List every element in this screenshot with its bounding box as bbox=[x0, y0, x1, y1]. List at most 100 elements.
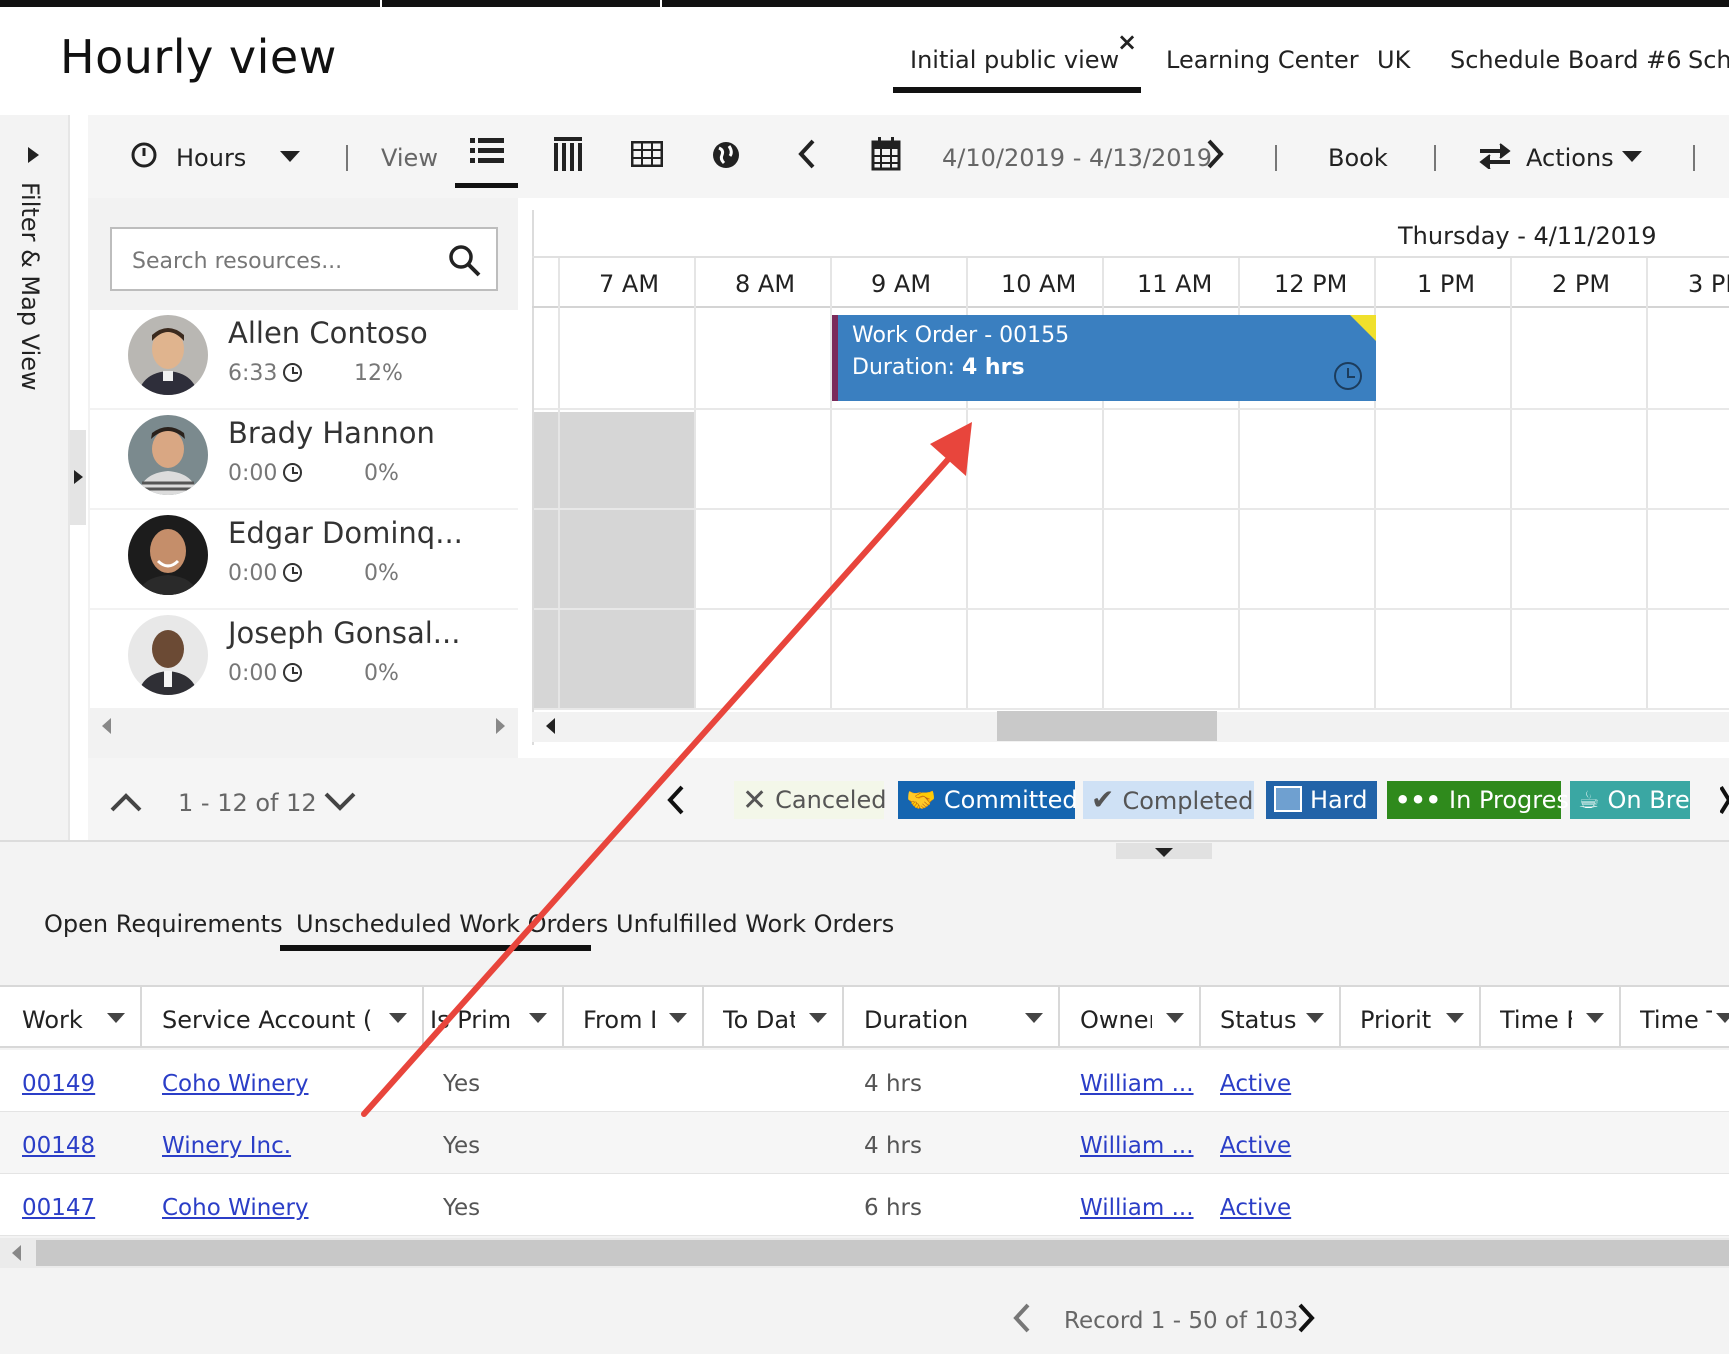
calendar-icon[interactable] bbox=[871, 137, 901, 171]
expand-filter-icon[interactable] bbox=[28, 147, 39, 163]
column-separator[interactable] bbox=[140, 985, 142, 1048]
column-header-is-primary[interactable]: Is Prim bbox=[430, 1006, 514, 1034]
column-menu-icon[interactable] bbox=[1306, 1013, 1324, 1023]
resource-name[interactable]: Edgar Dominq... bbox=[228, 516, 463, 550]
close-tab-icon[interactable]: × bbox=[1117, 28, 1137, 56]
service-account-link[interactable]: Winery Inc. bbox=[162, 1133, 291, 1159]
column-separator[interactable] bbox=[1199, 985, 1201, 1048]
page-down-icon[interactable] bbox=[324, 792, 356, 812]
service-account-link[interactable]: Coho Winery bbox=[162, 1195, 309, 1221]
top-strip bbox=[0, 0, 1729, 7]
scroll-left-icon[interactable] bbox=[102, 718, 111, 734]
booking-duration: Duration: 4 hrs bbox=[852, 355, 1025, 380]
resource-name[interactable]: Allen Contoso bbox=[228, 316, 428, 350]
column-header-work[interactable]: Work . bbox=[22, 1006, 90, 1034]
column-separator[interactable] bbox=[1479, 985, 1481, 1048]
column-menu-icon[interactable] bbox=[1586, 1013, 1604, 1023]
owner-link[interactable]: William ... bbox=[1080, 1071, 1194, 1097]
panel-splitter[interactable] bbox=[0, 840, 1729, 860]
next-range-icon[interactable] bbox=[1205, 139, 1225, 169]
column-header-owner[interactable]: Owner bbox=[1080, 1006, 1152, 1034]
previous-range-icon[interactable] bbox=[797, 139, 817, 169]
column-header-status[interactable]: Status bbox=[1220, 1006, 1300, 1034]
collapse-handle-icon[interactable] bbox=[74, 470, 83, 484]
tab-uk[interactable]: UK bbox=[1377, 46, 1410, 74]
column-menu-icon[interactable] bbox=[1166, 1013, 1184, 1023]
column-separator[interactable] bbox=[1339, 985, 1341, 1048]
grid-line bbox=[694, 258, 696, 708]
next-page-icon[interactable] bbox=[1296, 1303, 1316, 1333]
column-header-time-from[interactable]: Time F bbox=[1500, 1006, 1572, 1034]
grid-line bbox=[532, 256, 1729, 258]
schedule-grid[interactable] bbox=[532, 210, 1729, 755]
column-menu-icon[interactable] bbox=[529, 1013, 547, 1023]
work-order-link[interactable]: 00147 bbox=[22, 1195, 95, 1221]
column-header-to-date[interactable]: To Dat bbox=[723, 1006, 795, 1034]
swap-icon[interactable] bbox=[1478, 143, 1512, 169]
globe-icon[interactable] bbox=[711, 140, 741, 170]
tab-learning-center[interactable]: Learning Center bbox=[1166, 46, 1359, 74]
column-separator[interactable] bbox=[562, 985, 564, 1048]
owner-link[interactable]: William ... bbox=[1080, 1133, 1194, 1159]
actions-dropdown-icon[interactable] bbox=[1622, 151, 1642, 162]
resource-name[interactable]: Joseph Gonsal... bbox=[228, 616, 460, 650]
tab-overflow[interactable]: Sche bbox=[1688, 46, 1729, 74]
legend-prev-icon[interactable] bbox=[666, 785, 686, 815]
tab-unscheduled-work-orders[interactable]: Unscheduled Work Orders bbox=[296, 910, 608, 938]
status-link[interactable]: Active bbox=[1220, 1133, 1291, 1159]
actions-button[interactable]: Actions bbox=[1526, 144, 1614, 172]
column-header-service-account[interactable]: Service Account (Wo bbox=[162, 1006, 372, 1034]
column-separator[interactable] bbox=[842, 985, 844, 1048]
grid-scroll-thumb[interactable] bbox=[997, 711, 1217, 741]
column-separator[interactable] bbox=[1619, 985, 1621, 1048]
table-scroll-thumb[interactable] bbox=[36, 1240, 1729, 1266]
search-icon[interactable] bbox=[448, 244, 482, 278]
resource-name[interactable]: Brady Hannon bbox=[228, 416, 435, 450]
tab-initial-public-view[interactable]: Initial public view bbox=[910, 46, 1119, 74]
clock-icon bbox=[1334, 362, 1362, 390]
hours-label[interactable]: Hours bbox=[176, 144, 246, 172]
grid-view-icon[interactable] bbox=[631, 141, 663, 167]
vertical-view-icon[interactable] bbox=[554, 137, 582, 171]
duration-cell: 4 hrs bbox=[864, 1133, 922, 1159]
column-header-time-to[interactable]: Time T bbox=[1640, 1006, 1712, 1034]
scroll-left-icon[interactable] bbox=[546, 718, 555, 734]
tab-open-requirements[interactable]: Open Requirements bbox=[44, 910, 283, 938]
status-link[interactable]: Active bbox=[1220, 1195, 1291, 1221]
column-menu-icon[interactable] bbox=[809, 1013, 827, 1023]
column-menu-icon[interactable] bbox=[107, 1013, 125, 1023]
scroll-right-icon[interactable] bbox=[496, 718, 505, 734]
service-account-link[interactable]: Coho Winery bbox=[162, 1071, 309, 1097]
legend-committed: 🤝 Committed bbox=[898, 781, 1078, 819]
clock-icon bbox=[283, 663, 303, 682]
column-separator[interactable] bbox=[422, 985, 424, 1048]
tab-unfulfilled-work-orders[interactable]: Unfulfilled Work Orders bbox=[616, 910, 894, 938]
work-order-link[interactable]: 00148 bbox=[22, 1133, 95, 1159]
scroll-left-icon[interactable] bbox=[12, 1245, 21, 1261]
book-button[interactable]: Book bbox=[1328, 144, 1388, 172]
column-menu-icon[interactable] bbox=[1446, 1013, 1464, 1023]
column-header-priority[interactable]: Priority bbox=[1360, 1006, 1432, 1034]
status-link[interactable]: Active bbox=[1220, 1071, 1291, 1097]
column-separator[interactable] bbox=[702, 985, 704, 1048]
filter-map-view-label[interactable]: Filter & Map View bbox=[16, 182, 44, 391]
tab-schedule-board-6[interactable]: Schedule Board #6 bbox=[1450, 46, 1681, 74]
owner-link[interactable]: William ... bbox=[1080, 1195, 1194, 1221]
previous-page-icon[interactable] bbox=[1012, 1303, 1032, 1333]
column-header-duration[interactable]: Duration bbox=[864, 1006, 1004, 1034]
resource-scrollbar[interactable] bbox=[90, 712, 518, 742]
hours-dropdown-icon[interactable] bbox=[280, 151, 300, 162]
collapse-bottom-icon[interactable] bbox=[1155, 848, 1173, 857]
column-menu-icon[interactable] bbox=[669, 1013, 687, 1023]
column-menu-icon[interactable] bbox=[389, 1013, 407, 1023]
list-view-icon[interactable] bbox=[470, 137, 504, 165]
column-menu-icon[interactable] bbox=[1025, 1013, 1043, 1023]
column-menu-icon[interactable] bbox=[1716, 1013, 1729, 1023]
date-range[interactable]: 4/10/2019 - 4/13/2019 bbox=[942, 144, 1212, 172]
page-up-icon[interactable] bbox=[110, 792, 142, 812]
booking-duration-value: 4 hrs bbox=[961, 355, 1025, 380]
column-separator[interactable] bbox=[1058, 985, 1060, 1048]
legend-next-icon[interactable] bbox=[1720, 785, 1729, 815]
column-header-from-date[interactable]: From D bbox=[583, 1006, 655, 1034]
work-order-link[interactable]: 00149 bbox=[22, 1071, 95, 1097]
